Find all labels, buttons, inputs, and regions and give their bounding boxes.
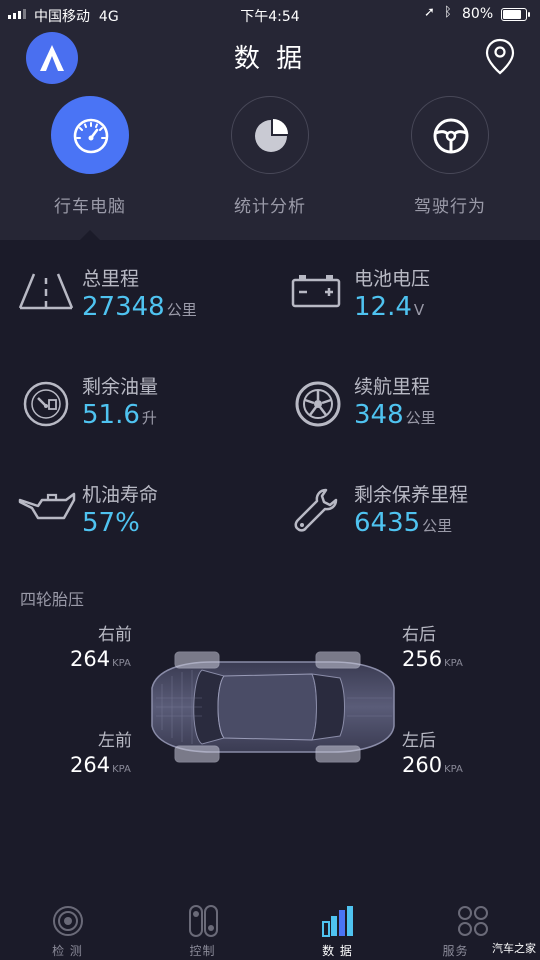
battery-percent: 80% <box>462 6 494 22</box>
tab-driving-behavior[interactable]: 驾驶行为 <box>360 96 540 217</box>
battery-icon <box>501 8 530 21</box>
metric-value: 6435 公里 <box>354 508 453 538</box>
metric-value: 348 公里 <box>354 400 436 430</box>
speedometer-icon <box>73 118 109 154</box>
tire-unit: KPA <box>444 764 463 775</box>
tire-pressure-title: 四轮胎压 <box>20 590 85 609</box>
tab-label: 行车电脑 <box>54 197 126 217</box>
metric-label: 总里程 <box>82 268 140 290</box>
tire-value: 256 KPA <box>402 647 463 671</box>
metric-fuel-left: 剩余油量 51.6 升 <box>18 372 268 442</box>
tire-unit: KPA <box>112 764 131 775</box>
metric-unit: 公里 <box>405 409 436 427</box>
metric-range: 续航里程 348 公里 <box>290 372 540 442</box>
car-topview-image <box>151 651 395 763</box>
wheel-icon <box>295 381 341 427</box>
metric-unit: 升 <box>141 409 157 427</box>
metric-label: 续航里程 <box>354 376 431 398</box>
services-grid-icon <box>457 906 488 936</box>
metric-value: 57% <box>82 508 140 538</box>
tab-icon-circle <box>411 96 489 174</box>
tire-rear-right: 右后 256 KPA <box>402 620 512 671</box>
control-icon <box>188 905 218 937</box>
metric-label: 电池电压 <box>354 268 431 290</box>
nav-inspection[interactable]: 检 测 <box>0 892 135 960</box>
tire-label: 右后 <box>402 625 436 645</box>
metric-service-left: 剩余保养里程 6435 公里 <box>290 480 540 550</box>
oil-can-icon <box>18 492 76 520</box>
tire-label: 左后 <box>402 731 436 751</box>
watermark: 汽车之家 <box>492 942 536 955</box>
metric-label: 剩余油量 <box>82 376 159 398</box>
wrench-icon <box>294 488 338 532</box>
inspection-icon <box>52 906 83 936</box>
road-icon <box>18 273 74 310</box>
metric-unit: 公里 <box>422 517 453 535</box>
bluetooth-icon: ᛒ <box>444 5 452 20</box>
metric-label: 机油寿命 <box>82 484 159 506</box>
nav-label: 数 据 <box>322 944 353 958</box>
top-panel: 数 据 行车电脑 统计分析 驾驶行为 <box>0 28 540 240</box>
tire-unit: KPA <box>444 658 463 669</box>
data-bars-icon <box>321 906 353 937</box>
metric-value: 51.6 升 <box>82 400 157 430</box>
nav-data[interactable]: 数 据 <box>270 892 405 960</box>
metric-battery-voltage: 电池电压 12.4 V <box>290 264 540 334</box>
metric-label: 剩余保养里程 <box>354 484 469 506</box>
location-arrow-icon: ➚ <box>424 5 435 20</box>
nav-label: 控制 <box>189 944 216 958</box>
nav-label: 检 测 <box>52 944 83 958</box>
metric-oil-life: 机油寿命 57% <box>18 480 268 550</box>
tab-icon-circle <box>231 96 309 174</box>
fuel-gauge-icon <box>23 381 69 427</box>
tab-icon-circle <box>51 96 129 174</box>
status-bar: 中国移动 4G 下午4:54 ➚ ᛒ 80% <box>0 0 540 28</box>
metric-unit: V <box>413 301 425 319</box>
metric-value: 12.4 V <box>354 292 425 322</box>
tire-value: 260 KPA <box>402 753 463 777</box>
steering-wheel-icon <box>433 118 469 154</box>
tab-trip-computer[interactable]: 行车电脑 <box>0 96 180 217</box>
status-time: 下午4:54 <box>240 9 300 25</box>
metric-total-mileage: 总里程 27348 公里 <box>18 264 268 334</box>
tab-label: 统计分析 <box>234 197 306 217</box>
tire-label: 右前 <box>98 625 132 645</box>
car-battery-icon <box>291 275 341 308</box>
metric-unit: 公里 <box>166 301 197 319</box>
map-pin-icon[interactable] <box>484 38 516 76</box>
nav-control[interactable]: 控制 <box>135 892 270 960</box>
tire-rear-left: 左后 260 KPA <box>402 726 512 777</box>
page-title: 数 据 <box>233 44 307 74</box>
tire-unit: KPA <box>112 658 131 669</box>
tab-label: 驾驶行为 <box>414 197 486 217</box>
pie-chart-icon <box>255 119 288 152</box>
metric-value: 27348 公里 <box>82 292 197 322</box>
active-tab-pointer <box>80 230 100 240</box>
tab-statistics[interactable]: 统计分析 <box>180 96 360 217</box>
bottom-nav: 检 测 控制 数 据 服务 汽车之家 <box>0 892 540 960</box>
